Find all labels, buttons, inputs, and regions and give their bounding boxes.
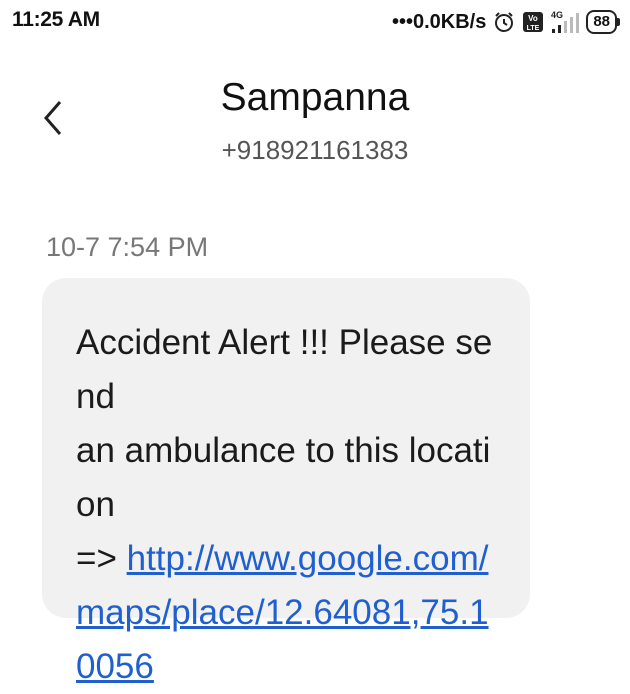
- message-arrow: =>: [76, 539, 127, 578]
- signal-4g-icon: 4G: [550, 9, 580, 35]
- message-bubble[interactable]: Accident Alert !!! Please send an ambulan…: [42, 278, 530, 686]
- status-time: 11:25 AM: [12, 8, 100, 31]
- status-icons: •••0.0KB/s Vo LTE 4G 88: [392, 8, 620, 36]
- contact-number: +918921161383: [221, 135, 409, 165]
- status-bar: 11:25 AM •••0.0KB/s Vo LTE 4G 88: [0, 0, 630, 44]
- message-timestamp: 10-7 7:54 PM: [46, 232, 209, 262]
- svg-text:Vo: Vo: [528, 14, 538, 23]
- contact-name: Sampanna: [220, 76, 410, 119]
- network-speed: •••0.0KB/s: [391, 10, 487, 33]
- battery-icon: 88: [586, 10, 620, 34]
- svg-text:LTE: LTE: [527, 25, 540, 32]
- message-text: Accident Alert !!! Please send an ambulan…: [76, 316, 506, 694]
- svg-text:4G: 4G: [551, 10, 563, 20]
- battery-level: 88: [586, 10, 617, 34]
- message-link[interactable]: http://www.google.com/maps/place/12.6408…: [76, 539, 489, 686]
- volte-icon: Vo LTE: [522, 11, 544, 33]
- message-line-1: Accident Alert !!! Please send: [76, 323, 493, 416]
- alarm-icon: [492, 10, 516, 34]
- message-line-2: an ambulance to this location: [76, 431, 491, 524]
